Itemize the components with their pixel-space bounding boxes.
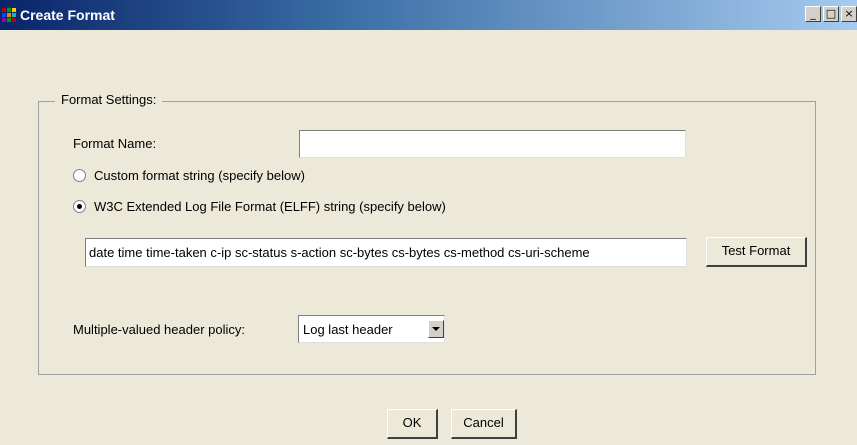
window-title: Create Format bbox=[20, 7, 115, 23]
window-controls: _ □ × bbox=[805, 6, 857, 22]
header-policy-value: Log last header bbox=[303, 321, 393, 337]
custom-format-radio[interactable] bbox=[73, 169, 86, 182]
cancel-button[interactable]: Cancel bbox=[451, 409, 517, 439]
header-policy-label: Multiple-valued header policy: bbox=[73, 322, 245, 337]
w3c-format-radio[interactable] bbox=[73, 200, 86, 213]
format-settings-legend: Format Settings: bbox=[55, 92, 163, 107]
w3c-format-label[interactable]: W3C Extended Log File Format (ELFF) stri… bbox=[94, 199, 446, 214]
dropdown-arrow-icon[interactable] bbox=[428, 320, 444, 338]
format-name-input[interactable] bbox=[299, 130, 686, 158]
minimize-button[interactable]: _ bbox=[805, 6, 821, 22]
maximize-button[interactable]: □ bbox=[823, 6, 839, 22]
title-bar[interactable]: Create Format _ □ × bbox=[0, 0, 857, 30]
ok-button[interactable]: OK bbox=[387, 409, 438, 439]
custom-format-label[interactable]: Custom format string (specify below) bbox=[94, 168, 305, 183]
format-name-label: Format Name: bbox=[73, 136, 157, 151]
app-icon bbox=[2, 8, 16, 22]
test-format-button[interactable]: Test Format bbox=[706, 237, 807, 267]
format-string-input[interactable] bbox=[85, 238, 687, 267]
close-button[interactable]: × bbox=[841, 6, 857, 22]
header-policy-select[interactable]: Log last header bbox=[298, 315, 445, 343]
